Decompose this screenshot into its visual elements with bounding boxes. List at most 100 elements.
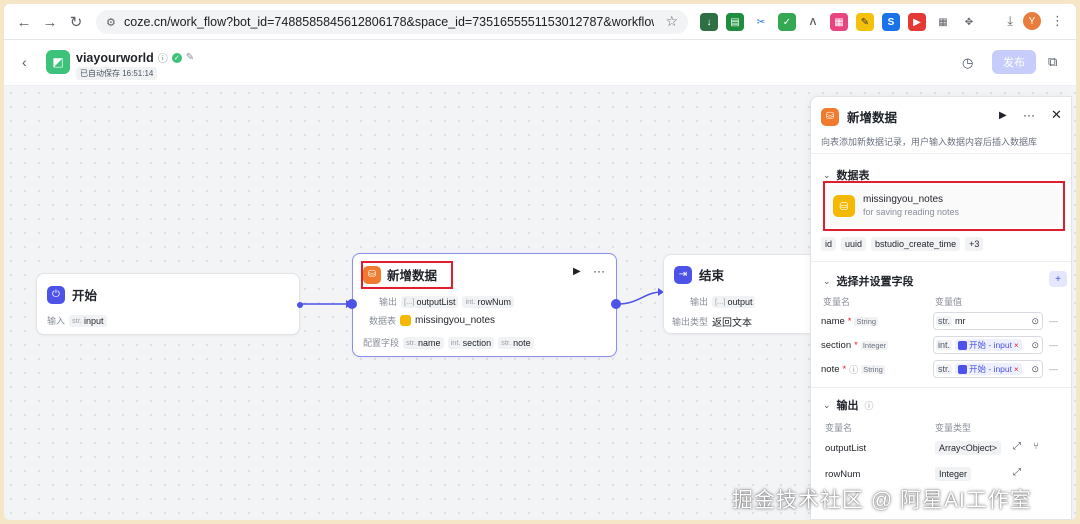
extension-video-icon[interactable]: ▶ [908, 13, 926, 31]
extension-s-icon[interactable]: S [882, 13, 900, 31]
panel-divider [811, 387, 1071, 388]
field-value-input[interactable]: str. 开始 - input × ⊙ [933, 360, 1043, 378]
info-icon[interactable]: ⓘ [849, 363, 858, 376]
remove-field-icon[interactable]: — [1049, 364, 1058, 374]
start-output-port[interactable] [297, 302, 303, 308]
more-menu-icon[interactable]: ⋮ [1051, 13, 1064, 29]
rownum-chip: int. rowNum [462, 295, 514, 308]
output-var-type: Integer [935, 467, 972, 481]
published-check-icon: ✓ [171, 52, 182, 63]
extension-grid-icon[interactable]: ▦ [934, 13, 952, 31]
forward-arrow-icon[interactable]: → [36, 8, 64, 36]
info-icon[interactable]: ⓘ [158, 50, 168, 65]
end-output-kind-label: 输出类型 [672, 317, 709, 327]
expand-icon[interactable]: ⤢ [1013, 441, 1021, 452]
highlight-table-card [823, 181, 1065, 231]
type-prefix[interactable]: int. [936, 340, 953, 350]
profile-avatar[interactable]: Y [1023, 12, 1041, 30]
variable-picker-icon[interactable]: ⊙ [1031, 364, 1039, 375]
end-node[interactable]: ⇥ 结束 输出 [...] output 输出类型 返回文本 [663, 254, 823, 334]
config-field-section: int. section [447, 336, 495, 349]
col-var-value: 变量值 [935, 297, 963, 307]
remove-field-icon[interactable]: — [1049, 316, 1058, 326]
output-section-header[interactable]: ⌄ 输出 ⓘ [823, 397, 874, 413]
start-node[interactable]: ⏻ 开始 输入 str. input [36, 273, 303, 335]
end-output-chip: [...] output [712, 295, 756, 308]
variable-reference-tag[interactable]: 开始 - input × [955, 363, 1022, 375]
clear-ref-icon: × [1014, 340, 1019, 350]
app-name-text: viayourworld [76, 50, 154, 65]
extension-download-icon[interactable]: ↓ [700, 13, 718, 31]
copy-icon[interactable]: ⧉ [1048, 54, 1057, 70]
reload-icon[interactable]: ↻ [62, 8, 90, 36]
bookmark-star-icon[interactable]: ☆ [665, 13, 678, 30]
panel-divider [811, 153, 1071, 154]
back-arrow-icon[interactable]: ← [10, 8, 38, 36]
node-more-icon[interactable]: ··· [593, 264, 605, 278]
add-field-button[interactable]: + [1049, 271, 1067, 287]
extension-check-icon[interactable]: ✓ [778, 13, 796, 31]
expand-icon[interactable]: ⤢ [1013, 467, 1021, 478]
field-name-label: note [821, 363, 840, 375]
workflow-header: ‹ ◩ viayourworld ⓘ ✓ ✎ 已自动保存 16:51:14 ◷ … [4, 40, 1076, 86]
extensions-bar: ↓ ▤ ✂ ✓ Λ ▦ ✎ S ▶ ▦ ✥ [700, 13, 978, 31]
url-text: coze.cn/work_flow?bot_id=748858584561280… [124, 15, 654, 29]
extension-a-icon[interactable]: Λ [804, 13, 822, 31]
insert-input-port[interactable] [347, 299, 357, 309]
config-field-name: str. name [403, 336, 444, 349]
config-field-note: str. note [498, 336, 534, 349]
out-col-name: 变量名 [825, 423, 853, 433]
fields-section-header[interactable]: ⌄ 选择并设置字段 [823, 273, 914, 289]
info-icon: ⓘ [864, 400, 874, 411]
field-value-text: mr [955, 316, 966, 326]
address-bar[interactable]: ⚙ coze.cn/work_flow?bot_id=7488585845612… [96, 10, 688, 34]
extensions-puzzle-icon[interactable]: ✥ [960, 13, 978, 31]
start-node-icon: ⏻ [47, 285, 65, 304]
end-node-icon: ⇥ [674, 265, 692, 284]
panel-run-icon[interactable]: ▶ [999, 110, 1007, 121]
field-value-input[interactable]: str. mr ⊙ [933, 312, 1043, 330]
back-chevron-icon[interactable]: ‹ [22, 54, 27, 70]
extension-scissors-icon[interactable]: ✂ [752, 13, 770, 31]
col-var-name: 变量名 [823, 297, 851, 307]
edit-icon[interactable]: ✎ [186, 52, 194, 63]
panel-more-icon[interactable]: ··· [1023, 108, 1035, 122]
field-row-note: note * ⓘ String str. 开始 - input × ⊙ — [821, 359, 1065, 379]
field-value-input[interactable]: int. 开始 - input × ⊙ [933, 336, 1043, 354]
variable-picker-icon[interactable]: ⊙ [1031, 340, 1039, 351]
browser-right-controls: ⤓ Y ⋮ [1007, 12, 1064, 30]
insert-table-label: 数据表 [369, 316, 397, 326]
field-type-badge: String [861, 364, 885, 374]
field-name-label: section [821, 339, 852, 351]
publish-button[interactable]: 发布 [992, 50, 1036, 74]
field-row-section: section * Integer int. 开始 - input × ⊙ — [821, 335, 1065, 355]
more-columns-tag[interactable]: +3 [965, 237, 984, 251]
downloads-icon[interactable]: ⤓ [1007, 13, 1013, 29]
type-prefix[interactable]: str. [936, 316, 953, 326]
autosave-status: 已自动保存 16:51:14 [76, 67, 158, 80]
run-node-icon[interactable]: ▶ [573, 266, 581, 277]
site-settings-icon[interactable]: ⚙ [106, 16, 124, 29]
variable-picker-icon[interactable]: ⊙ [1031, 316, 1039, 327]
chevron-down-icon: ⌄ [823, 399, 831, 410]
remove-field-icon[interactable]: — [1049, 340, 1058, 350]
screenshot-frame: ← → ↻ ⚙ coze.cn/work_flow?bot_id=7488585… [4, 4, 1076, 520]
end-output-kind: 返回文本 [712, 318, 753, 329]
variable-reference-tag[interactable]: 开始 - input × [955, 339, 1022, 351]
start-node-title: 开始 [72, 289, 98, 303]
extension-sheet-icon[interactable]: ▤ [726, 13, 744, 31]
panel-close-icon[interactable]: ✕ [1051, 107, 1062, 123]
column-tag: uuid [841, 237, 867, 251]
history-clock-icon[interactable]: ◷ [962, 55, 973, 71]
insert-config-label: 配置字段 [363, 338, 400, 348]
field-row-name: name * String str. mr ⊙ — [821, 311, 1065, 331]
extension-pen-icon[interactable]: ✎ [856, 13, 874, 31]
chevron-down-icon: ⌄ [823, 275, 831, 286]
output-var-name: outputList [825, 443, 867, 454]
insert-table-name: missingyou_notes [415, 315, 496, 326]
branch-icon[interactable]: ⑂ [1033, 441, 1039, 452]
extension-image-icon[interactable]: ▦ [830, 13, 848, 31]
type-prefix[interactable]: str. [936, 364, 953, 374]
insert-output-port[interactable] [611, 299, 621, 309]
start-ref-icon [958, 340, 968, 350]
